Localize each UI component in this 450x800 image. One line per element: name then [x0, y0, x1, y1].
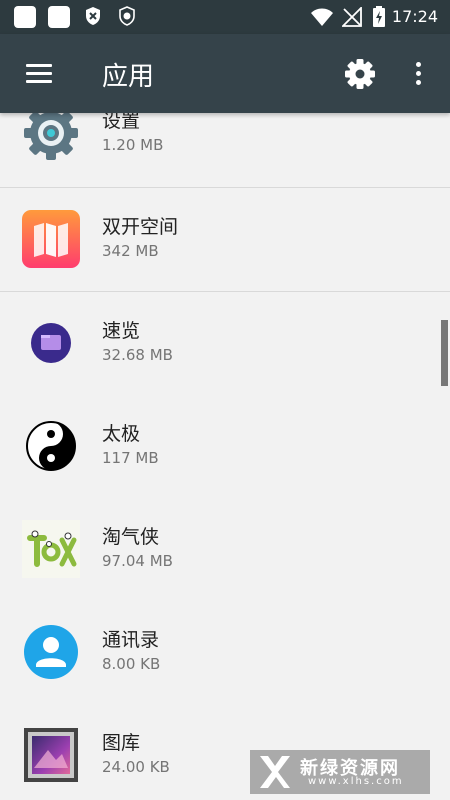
list-item[interactable]: 双开空间 342 MB	[0, 188, 450, 292]
app-name: 淘气侠	[102, 526, 160, 548]
more-vert-icon[interactable]	[408, 56, 430, 92]
list-item[interactable]: 设置 1.20 MB	[0, 113, 450, 188]
gear-icon[interactable]	[342, 56, 378, 92]
scrollbar[interactable]	[441, 320, 448, 386]
contacts-icon	[24, 625, 78, 679]
list-item[interactable]: 淘气侠 97.04 MB	[0, 498, 450, 602]
taoqixia-icon	[22, 520, 80, 578]
app-notification-icon	[48, 6, 70, 28]
app-size: 117 MB	[102, 449, 159, 467]
app-name: 速览	[102, 320, 141, 342]
app-size: 24.00 KB	[102, 758, 170, 776]
gear-icon	[24, 113, 78, 160]
gallery-icon	[24, 728, 78, 782]
app-size: 32.68 MB	[102, 346, 173, 364]
no-signal-icon	[342, 7, 362, 27]
shield-v-icon	[119, 6, 135, 26]
app-name: 图库	[102, 732, 141, 754]
shield-x-icon	[86, 7, 100, 25]
app-name: 设置	[102, 113, 141, 132]
app-name: 太极	[102, 423, 141, 445]
page-title: 应用	[102, 62, 155, 92]
status-time: 17:24	[391, 7, 438, 26]
dual-space-icon	[22, 210, 80, 268]
battery-charging-icon	[373, 6, 385, 27]
app-name: 双开空间	[102, 216, 179, 238]
app-name: 通讯录	[102, 629, 160, 651]
quick-view-icon	[31, 323, 71, 363]
watermark: 新绿资源网 www.xlhs.com	[250, 750, 430, 794]
app-size: 1.20 MB	[102, 136, 164, 154]
app-size: 342 MB	[102, 242, 159, 260]
status-bar: 17:24	[0, 0, 450, 34]
list-item[interactable]: 通讯录 8.00 KB	[0, 601, 450, 705]
app-size: 97.04 MB	[102, 552, 173, 570]
app-toolbar: 应用	[0, 34, 450, 113]
app-list: 设置 1.20 MB 双开空间 342 MB 速览 32.68 MB 太极 11…	[0, 113, 450, 800]
watermark-logo	[260, 756, 290, 788]
app-size: 8.00 KB	[102, 655, 161, 673]
app-notification-icon	[14, 6, 36, 28]
yin-yang-icon	[26, 421, 76, 471]
wifi-icon	[311, 8, 333, 26]
watermark-subtitle: www.xlhs.com	[308, 776, 404, 787]
list-item[interactable]: 太极 117 MB	[0, 395, 450, 499]
list-item[interactable]: 速览 32.68 MB	[0, 292, 450, 396]
menu-icon[interactable]	[22, 56, 58, 92]
